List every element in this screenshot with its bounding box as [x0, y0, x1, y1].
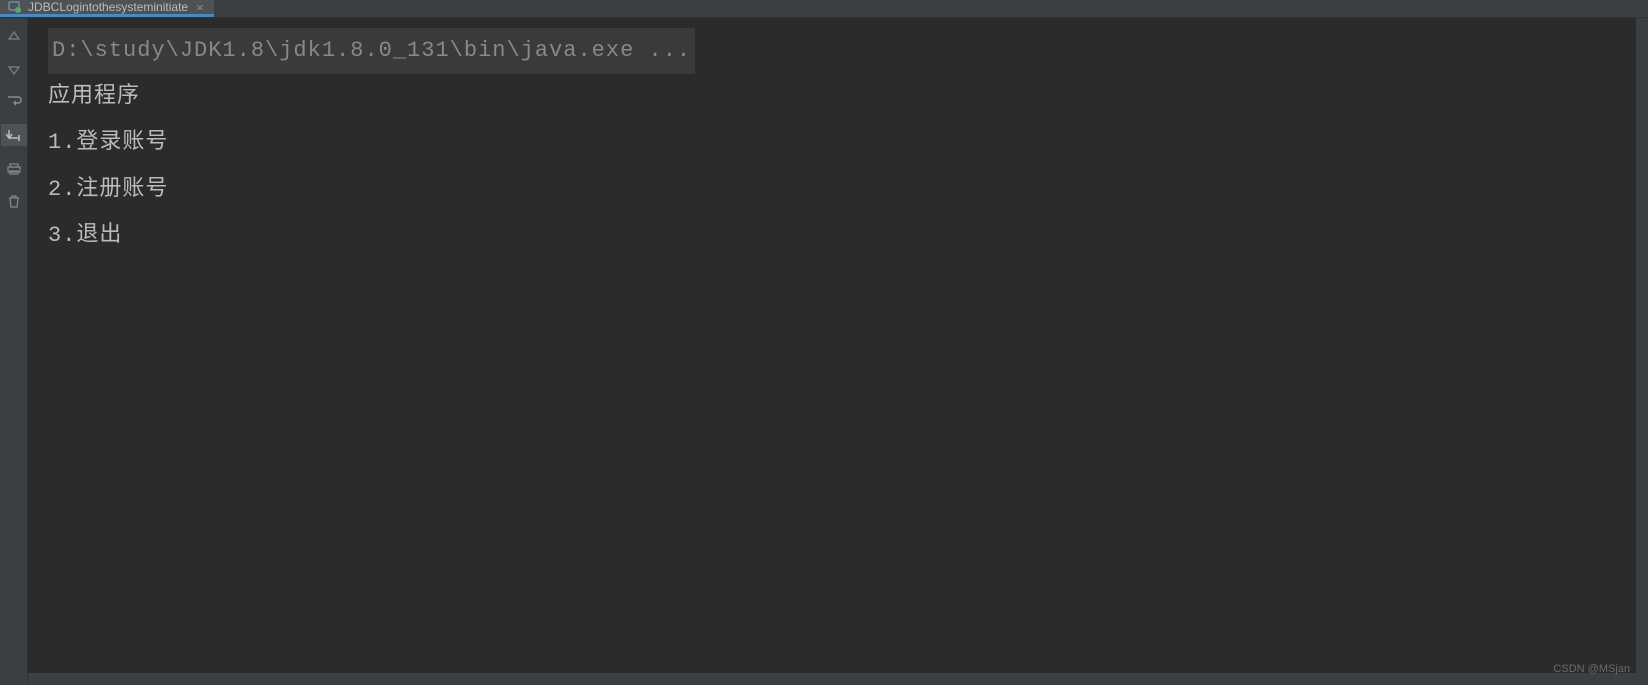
- close-icon[interactable]: ×: [194, 0, 206, 15]
- console-output[interactable]: D:\study\JDK1.8\jdk1.8.0_131\bin\java.ex…: [28, 18, 1648, 685]
- down-arrow-icon[interactable]: [5, 60, 23, 78]
- scroll-to-end-icon[interactable]: [1, 124, 27, 146]
- output-line: 3.退出: [48, 213, 1628, 259]
- output-line: 1.登录账号: [48, 120, 1628, 166]
- up-arrow-icon[interactable]: [5, 28, 23, 46]
- tab-bar: JDBCLogintothesysteminitiate ×: [0, 0, 1648, 18]
- horizontal-scrollbar[interactable]: [28, 673, 1636, 685]
- run-config-icon: [8, 0, 22, 14]
- watermark: CSDN @MSjan: [1553, 663, 1630, 675]
- command-line: D:\study\JDK1.8\jdk1.8.0_131\bin\java.ex…: [48, 28, 695, 74]
- gutter-toolbar: [0, 18, 28, 685]
- tab-active-indicator: [0, 14, 214, 17]
- trash-icon[interactable]: [5, 192, 23, 210]
- output-line: 2.注册账号: [48, 167, 1628, 213]
- print-icon[interactable]: [5, 160, 23, 178]
- run-tab[interactable]: JDBCLogintothesysteminitiate ×: [0, 0, 214, 14]
- main-area: D:\study\JDK1.8\jdk1.8.0_131\bin\java.ex…: [0, 18, 1648, 685]
- output-line: 应用程序: [48, 74, 1628, 120]
- vertical-scrollbar[interactable]: [1636, 18, 1648, 685]
- tab-title: JDBCLogintothesysteminitiate: [28, 0, 188, 14]
- soft-wrap-icon[interactable]: [5, 92, 23, 110]
